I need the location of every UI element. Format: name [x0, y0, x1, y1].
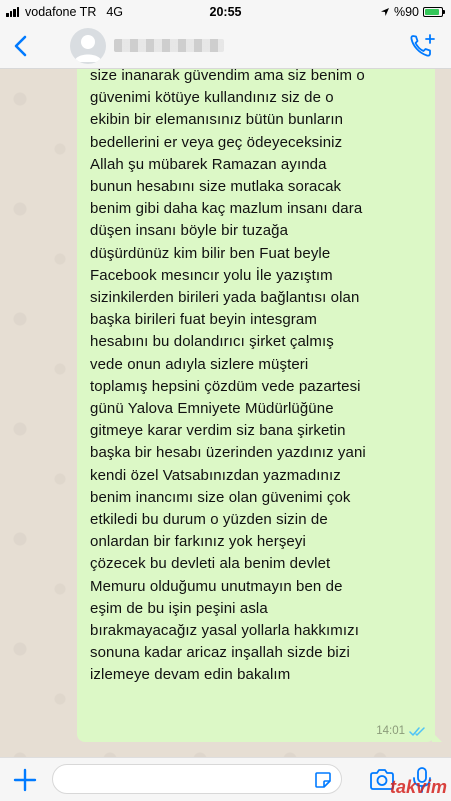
message-line: benim gibi daha kaç mazlum insanı dara — [90, 200, 363, 218]
message-line: benim inancımı size olan güvenimi çok — [90, 488, 351, 506]
message-line: Allah şu mübarek Ramazan ayında — [90, 155, 327, 173]
battery-percent: %90 — [393, 5, 419, 19]
input-bar: takvim — [0, 757, 451, 801]
message-text: size inanarak güvendim ama siz benim o gü… — [90, 69, 430, 687]
contact-name[interactable] — [114, 39, 224, 52]
message-line: başka birileri fuat beyin intesgram — [90, 311, 317, 329]
message-line: onlardan bir farkınız yok herşeyi — [90, 533, 306, 551]
message-line: günü Yalova Emniyete Müdürlüğüne — [90, 400, 334, 418]
default-avatar-icon — [74, 35, 102, 62]
sticker-icon[interactable] — [313, 770, 333, 790]
outgoing-message-bubble[interactable]: size inanarak güvendim ama siz benim o gü… — [77, 69, 442, 742]
double-check-read-icon — [409, 726, 425, 736]
message-line: ekibin bir elemanısınız bütün bunların — [90, 111, 344, 129]
message-line: etkiledi bu durum o yüzden sizin de — [90, 511, 328, 529]
chat-header — [0, 24, 451, 69]
location-arrow-icon — [380, 8, 389, 16]
message-line: izlemeye devam edin bakalım — [90, 666, 291, 684]
add-call-icon[interactable] — [409, 33, 437, 59]
message-line: bedellerini er veya geç ödeyeceksiniz — [90, 133, 343, 151]
message-line: gitmeye karar verdim siz bana şirketin — [90, 422, 346, 440]
chat-area[interactable]: size inanarak güvendim ama siz benim o gü… — [0, 69, 451, 757]
message-line: Memuru olduğumu unutmayın ben de — [90, 577, 343, 595]
chevron-left-icon[interactable] — [10, 34, 34, 58]
message-line: Facebook mesıncır yolu İle yazıştım — [90, 266, 333, 284]
message-line: toplamış hepsini çözdüm vede pazartesi — [90, 377, 361, 395]
message-line: size inanarak güvendim ama siz benim o — [90, 69, 365, 84]
message-line: düşürdünüz kim bilir ben Fuat beyle — [90, 244, 331, 262]
message-line: eşim de bu işin peşini asla — [90, 599, 268, 617]
message-line: başka bir hesabı üzerinden yazdınız yani — [90, 444, 366, 462]
message-line: bunun hesabını size mutlaka soracak — [90, 178, 342, 196]
message-line: hesabını bu dolandırıcı şirket çalmış — [90, 333, 334, 351]
message-time: 14:01 — [376, 725, 405, 737]
status-right: %90 — [380, 5, 445, 19]
message-line: kendi özel Vatsabınızdan yazmadınız — [90, 466, 341, 484]
status-bar: vodafone TR 4G 20:55 %90 — [0, 0, 451, 24]
battery-fill — [425, 9, 440, 15]
battery-icon — [423, 7, 445, 17]
message-line: çözecek bu devleti ala benim devlet — [90, 555, 331, 573]
message-line: vede onun adıyla sizlere müşteri — [90, 355, 309, 373]
message-line: sonuna kadar aricaz inşallah sizde bizi — [90, 644, 350, 662]
plus-icon[interactable] — [12, 767, 38, 793]
message-line: düşen insanı böyle bir tuzağa — [90, 222, 289, 240]
avatar[interactable] — [70, 28, 106, 64]
message-line: bırakmayacağız yasal yollarla hakkımızı — [90, 622, 359, 640]
watermark-logo: takvim — [389, 777, 447, 797]
message-meta: 14:01 — [376, 725, 427, 737]
message-input[interactable] — [52, 764, 342, 794]
message-line: güvenimi kötüye kullandınız siz de o — [90, 89, 334, 107]
message-line: sizinkilerden birileri yada bağlantısı o… — [90, 289, 360, 307]
